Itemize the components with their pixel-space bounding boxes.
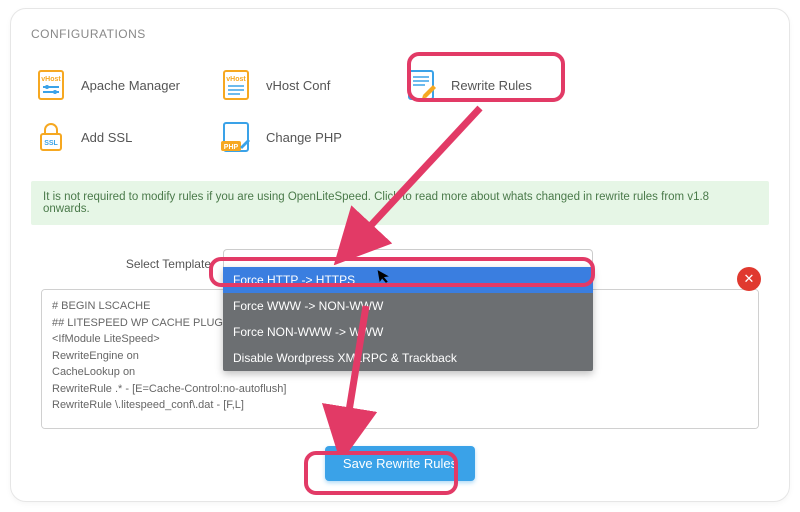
svg-text:SSL: SSL <box>44 140 58 147</box>
tile-add-ssl[interactable]: SSL Add SSL <box>31 111 216 163</box>
tile-vhost-conf[interactable]: vHost vHost Conf <box>216 59 401 111</box>
tile-row: vHost Apache Manager vHost vHos <box>31 59 769 163</box>
dropdown-option-force-www[interactable]: Force NON-WWW -> WWW <box>223 319 593 345</box>
vhost-conf-icon: vHost <box>216 65 256 105</box>
tile-label: Add SSL <box>81 130 132 145</box>
svg-text:PHP: PHP <box>224 144 239 151</box>
close-button[interactable]: ✕ <box>737 267 761 291</box>
config-panel: CONFIGURATIONS vHost Apache Manager vHo <box>10 8 790 502</box>
save-rewrite-rules-button[interactable]: Save Rewrite Rules <box>325 446 475 481</box>
tile-label: Change PHP <box>266 130 342 145</box>
template-dropdown[interactable]: Force HTTP -> HTTPS Force WWW -> NON-WWW… <box>223 249 593 279</box>
select-template-label: Select Template <box>41 257 211 271</box>
php-file-icon: PHP <box>216 117 256 157</box>
form-area: Select Template Force HTTP -> HTTPS Forc… <box>31 249 769 481</box>
svg-text:vHost: vHost <box>41 76 61 83</box>
section-title: CONFIGURATIONS <box>31 27 769 41</box>
tile-label: Apache Manager <box>81 78 180 93</box>
dropdown-open-list: Force HTTP -> HTTPS Force WWW -> NON-WWW… <box>223 267 593 371</box>
dropdown-option-force-https[interactable]: Force HTTP -> HTTPS <box>223 267 593 293</box>
tile-change-php[interactable]: PHP Change PHP <box>216 111 401 163</box>
tile-label: Rewrite Rules <box>451 78 532 93</box>
template-row: Select Template Force HTTP -> HTTPS Forc… <box>41 249 759 279</box>
save-row: Save Rewrite Rules <box>41 446 759 481</box>
tile-rewrite-rules[interactable]: Rewrite Rules <box>401 59 586 111</box>
tile-apache-manager[interactable]: vHost Apache Manager <box>31 59 216 111</box>
vhost-manager-icon: vHost <box>31 65 71 105</box>
dropdown-option-disable-xmlrpc[interactable]: Disable Wordpress XMLRPC & Trackback <box>223 345 593 371</box>
dropdown-option-force-nonwww[interactable]: Force WWW -> NON-WWW <box>223 293 593 319</box>
info-banner[interactable]: It is not required to modify rules if yo… <box>31 181 769 225</box>
svg-text:vHost: vHost <box>226 76 246 83</box>
ssl-lock-icon: SSL <box>31 117 71 157</box>
rewrite-rules-icon <box>401 65 441 105</box>
cursor-icon <box>376 267 393 288</box>
tile-label: vHost Conf <box>266 78 330 93</box>
close-icon: ✕ <box>744 271 755 287</box>
